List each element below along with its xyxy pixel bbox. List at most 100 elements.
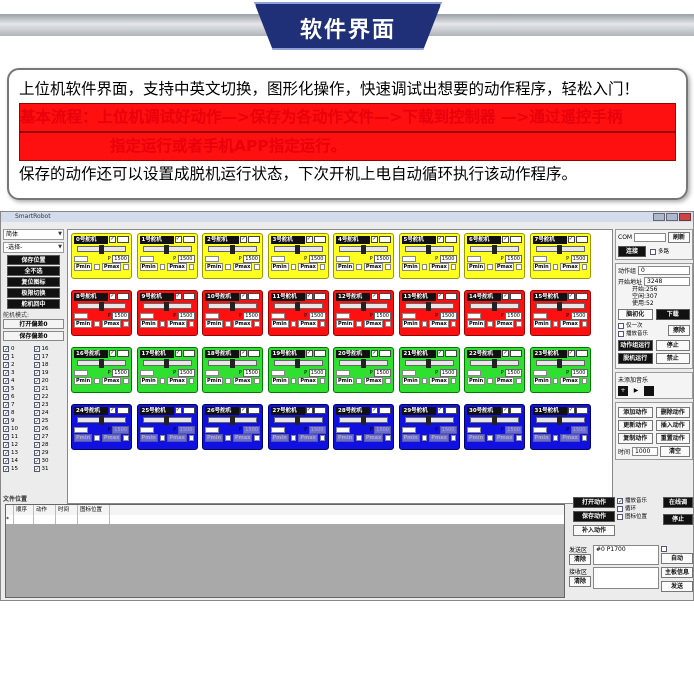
servo-slider[interactable] — [535, 245, 585, 254]
checkbox-icon[interactable]: ✓ — [3, 378, 9, 385]
checkbox-icon[interactable]: ✓ — [3, 442, 9, 449]
servo-check-icon[interactable]: ✓ — [371, 293, 378, 300]
servo-slider[interactable] — [208, 359, 257, 368]
servo-slider[interactable] — [404, 302, 454, 311]
action-table[interactable]: 顺序 动作 时间 图标位置 * — [5, 504, 565, 598]
servo-check-icon[interactable]: ✓ — [502, 236, 509, 243]
servo-mode-select[interactable] — [313, 350, 326, 357]
servo-check-item[interactable]: ✓ 11 — [3, 433, 34, 441]
servo-pwm-value[interactable]: 1500 — [243, 254, 260, 263]
servo-check-item[interactable]: ✓ 13 — [3, 449, 34, 457]
servo-check-icon[interactable]: ✓ — [502, 293, 509, 300]
pmax-input[interactable] — [188, 264, 195, 270]
pmin-input[interactable] — [225, 264, 231, 270]
servo-pwm-value[interactable]: 1500 — [112, 311, 129, 320]
pmax-input[interactable] — [581, 264, 588, 270]
servo-slider[interactable] — [339, 302, 388, 311]
send-input[interactable]: #0 P1700 — [593, 545, 659, 565]
servo-check-item[interactable]: ✓ 29 — [33, 449, 65, 457]
play-icon[interactable]: ▶ — [631, 386, 641, 396]
pmax-input[interactable] — [254, 435, 260, 441]
pmin-input[interactable] — [94, 378, 100, 384]
servo-check-item[interactable]: ✓ 28 — [33, 441, 65, 449]
servo-slider[interactable] — [339, 359, 388, 368]
servo-check-item[interactable]: ✓ 3 — [3, 369, 34, 377]
servo-pwm-value[interactable]: 1500 — [570, 311, 588, 320]
pmin-input[interactable] — [159, 264, 166, 270]
servo-step-input[interactable] — [205, 312, 219, 319]
pmin-input[interactable] — [290, 264, 297, 270]
open-offset-button[interactable]: 打开偏差0 — [3, 319, 64, 329]
auto-checkbox[interactable] — [661, 546, 667, 552]
pmin-input[interactable] — [159, 378, 166, 384]
servo-step-input[interactable] — [205, 426, 219, 433]
servo-check-icon[interactable]: ✓ — [305, 293, 313, 300]
servo-step-input[interactable] — [270, 312, 285, 319]
checkbox-icon[interactable]: ✓ — [33, 362, 40, 369]
servo-slider[interactable] — [535, 302, 585, 311]
servo-pwm-value[interactable]: 1500 — [243, 368, 260, 377]
servo-check-item[interactable]: ✓ 2 — [3, 361, 34, 369]
checkbox-icon[interactable]: ✓ — [3, 386, 9, 393]
servo-pwm-value[interactable]: 1500 — [374, 368, 391, 377]
checkbox-icon[interactable]: ✓ — [33, 434, 40, 441]
save-offset-button[interactable]: 保存偏差0 — [3, 331, 64, 341]
servo-check-icon[interactable]: ✓ — [240, 350, 247, 357]
pmax-input[interactable] — [319, 264, 326, 270]
servo-slider[interactable] — [404, 245, 454, 254]
servo-pwm-value[interactable]: 1500 — [308, 368, 326, 377]
servo-step-input[interactable] — [74, 426, 88, 433]
pmax-input[interactable] — [450, 321, 457, 327]
left-button-2[interactable]: 复位图标 — [7, 277, 60, 287]
servo-mode-select[interactable] — [379, 236, 391, 243]
add-music-icon[interactable]: + — [618, 386, 628, 396]
servo-slider[interactable] — [142, 359, 192, 368]
pmin-input[interactable] — [225, 321, 231, 327]
connect-button[interactable]: 连接 — [618, 246, 646, 257]
servo-check-icon[interactable]: ✓ — [240, 293, 247, 300]
servo-pwm-value[interactable]: 1500 — [177, 368, 195, 377]
pmin-input[interactable] — [290, 435, 297, 441]
pmax-input[interactable] — [516, 321, 522, 327]
checkbox-icon[interactable]: ✓ — [33, 418, 40, 425]
servo-mode-select[interactable] — [182, 350, 195, 357]
servo-check-icon[interactable]: ✓ — [567, 350, 575, 357]
pmin-input[interactable] — [552, 378, 559, 384]
checkbox-icon[interactable]: ✓ — [3, 346, 9, 353]
pmax-input[interactable] — [254, 264, 260, 270]
servo-check-icon[interactable]: ✓ — [502, 350, 509, 357]
open-action-button[interactable]: 打开动作 — [573, 497, 615, 508]
left-button-4[interactable]: 舵机回中 — [7, 299, 60, 309]
pmax-input[interactable] — [188, 378, 195, 384]
servo-pwm-value[interactable]: 1500 — [505, 311, 522, 320]
checkbox-icon[interactable]: ✓ — [33, 378, 40, 385]
servo-mode-select[interactable] — [379, 350, 391, 357]
checkbox-icon[interactable]: ✓ — [3, 418, 9, 425]
checkbox-icon[interactable]: ✓ — [3, 466, 9, 473]
pmax-input[interactable] — [450, 378, 457, 384]
servo-check-item[interactable]: ✓ 25 — [33, 417, 65, 425]
checkbox-icon[interactable]: ✓ — [3, 410, 9, 417]
pmax-input[interactable] — [516, 264, 522, 270]
servo-mode-select[interactable] — [117, 293, 129, 300]
servo-check-icon[interactable]: ✓ — [305, 236, 313, 243]
stop-online-button[interactable]: 停止 — [663, 514, 693, 525]
update-action-button[interactable]: 更新动作 — [618, 420, 653, 431]
minimize-button[interactable] — [653, 213, 665, 221]
servo-check-item[interactable]: ✓ 27 — [33, 433, 65, 441]
servo-pwm-value[interactable]: 1500 — [505, 254, 522, 263]
servo-check-item[interactable]: ✓ 9 — [3, 417, 34, 425]
checkbox-icon[interactable]: ✓ — [33, 354, 40, 361]
servo-mode-select[interactable] — [182, 236, 195, 243]
servo-check-icon[interactable]: ✓ — [174, 236, 182, 243]
servo-mode-select[interactable] — [510, 293, 522, 300]
pmin-input[interactable] — [421, 435, 428, 441]
checkbox-icon[interactable]: ✓ — [3, 354, 9, 361]
pmin-input[interactable] — [225, 435, 231, 441]
servo-mode-select[interactable] — [444, 236, 457, 243]
servo-pwm-value[interactable]: 1500 — [439, 311, 457, 320]
servo-check-item[interactable]: ✓ 5 — [3, 385, 34, 393]
left-button-3[interactable]: 极限切换 — [7, 288, 60, 298]
servo-mode-select[interactable] — [182, 293, 195, 300]
play-music-check[interactable]: ✓ — [617, 498, 623, 505]
